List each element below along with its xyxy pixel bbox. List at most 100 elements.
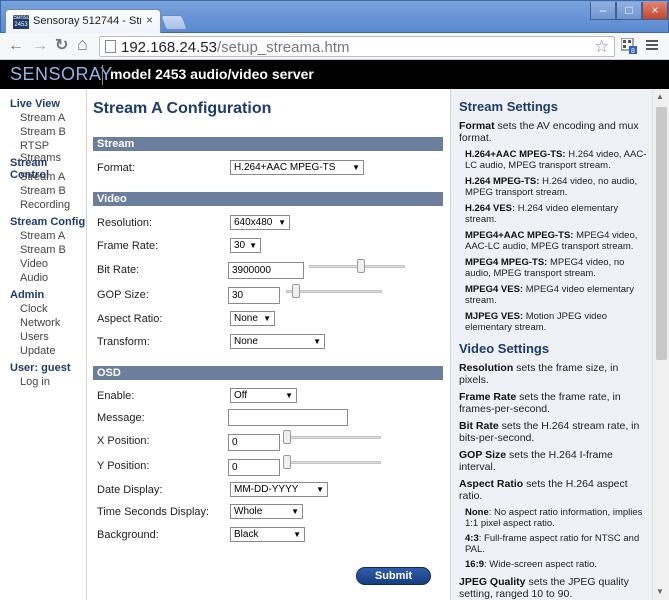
help-video-term: Resolution (459, 362, 514, 374)
help-format-item-term: H.264 MPEG-TS: (465, 176, 540, 187)
section-osd: OSD (93, 366, 443, 380)
back-icon[interactable]: ← (8, 37, 24, 55)
nav-control-stream-b[interactable]: Stream B (20, 185, 66, 197)
nav-control-stream-a[interactable]: Stream A (20, 171, 65, 183)
nav-update[interactable]: Update (20, 345, 55, 357)
gop-size-slider-track[interactable] (286, 290, 382, 293)
home-icon[interactable]: ⌂ (77, 35, 88, 53)
tab-title: Sensoray 512744 - Stream A (33, 15, 141, 27)
nav-recording[interactable]: Recording (20, 199, 70, 211)
y-position-slider-track[interactable] (283, 461, 381, 464)
help-aspect-item: 4:3: Full-frame aspect ratio for NTSC an… (465, 533, 649, 555)
background-select[interactable]: Black ▼ (230, 527, 305, 542)
close-window-button[interactable]: × (642, 2, 668, 20)
minimize-button[interactable]: – (590, 2, 616, 20)
nav-section-stream-config: Stream Config (10, 216, 86, 228)
y-position-label: Y Position: (97, 460, 150, 472)
frame-rate-value: 30 (234, 240, 246, 251)
extension-icon[interactable]: 8 (620, 37, 637, 55)
help-video-item: Resolution sets the frame size, in pixel… (459, 362, 649, 386)
help-video-item: Aspect Ratio sets the H.264 aspect ratio… (459, 478, 649, 502)
nav-log-in[interactable]: Log in (20, 376, 50, 388)
y-position-slider-handle[interactable] (283, 455, 291, 469)
osd-enable-value: Off (234, 390, 248, 401)
help-aspect-desc: : Full-frame aspect ratio for NTSC and P… (465, 533, 640, 555)
page-header: SENSORAY model 2453 audio/video server (0, 60, 669, 89)
aspect-ratio-label: Aspect Ratio: (97, 313, 163, 325)
help-jpeg-item: JPEG Quality sets the JPEG quality setti… (459, 576, 649, 600)
browser-tab[interactable]: Sensoray 2453 Sensoray 512744 - Stream A… (5, 9, 161, 34)
y-position-input[interactable]: 0 (228, 459, 280, 476)
help-aspect-item: None: No aspect ratio information, impli… (465, 507, 649, 529)
help-video-heading: Video Settings (459, 341, 550, 356)
help-format-item: MJPEG VES: Motion JPEG video elementary … (465, 311, 649, 333)
submit-button[interactable]: Submit (356, 567, 431, 585)
nav-config-stream-b[interactable]: Stream B (20, 244, 66, 256)
gop-size-input[interactable]: 30 (228, 287, 280, 304)
help-aspect-desc: : Wide-screen aspect ratio. (484, 559, 598, 570)
url-text: 192.168.24.53/setup_streama.htm (121, 39, 350, 56)
help-format-item: H.264 VES: H.264 video elementary stream… (465, 203, 649, 225)
resolution-select[interactable]: 640x480 ▼ (230, 215, 290, 230)
bit-rate-slider-handle[interactable] (356, 259, 365, 273)
gop-size-label: GOP Size: (97, 289, 149, 301)
header-divider (102, 65, 103, 85)
scroll-up-icon[interactable]: ▲ (656, 92, 664, 101)
reload-icon[interactable]: ↻ (55, 37, 68, 55)
time-seconds-select[interactable]: Whole ▼ (230, 504, 303, 519)
nav-live-stream-b[interactable]: Stream B (20, 126, 66, 138)
maximize-button[interactable]: □ (616, 2, 642, 20)
bit-rate-label: Bit Rate: (97, 264, 140, 276)
transform-select[interactable]: None ▼ (230, 334, 325, 349)
bookmark-star-icon[interactable]: ☆ (594, 37, 609, 57)
scrollbar-thumb[interactable] (656, 107, 667, 360)
section-stream: Stream (93, 137, 443, 151)
background-value: Black (234, 529, 259, 540)
date-display-select[interactable]: MM-DD-YYYY ▼ (230, 482, 328, 497)
browser-toolbar: ← → ↻ ⌂ 192.168.24.53/setup_streama.htm … (0, 33, 669, 60)
nav-config-stream-a[interactable]: Stream A (20, 230, 65, 242)
format-select[interactable]: H.264+AAC MPEG-TS ▼ (230, 160, 364, 175)
message-input[interactable] (228, 409, 348, 426)
help-stream-heading: Stream Settings (459, 99, 558, 114)
nav-config-video[interactable]: Video (20, 258, 48, 270)
nav-config-audio[interactable]: Audio (20, 272, 48, 284)
chevron-down-icon: ▼ (285, 391, 293, 400)
model-title: model 2453 audio/video server (110, 66, 314, 82)
x-position-slider-track[interactable] (283, 436, 381, 439)
nav-clock[interactable]: Clock (20, 303, 48, 315)
tab-close-icon[interactable]: × (146, 13, 153, 27)
forward-icon[interactable]: → (32, 37, 48, 55)
page-scrollbar[interactable]: ▲ ▼ (652, 89, 669, 600)
frame-rate-select[interactable]: 30 ▼ (230, 238, 261, 253)
osd-enable-select[interactable]: Off ▼ (230, 388, 297, 403)
extension-badge: 8 (631, 48, 635, 54)
help-format-item: MPEG4 MPEG-TS: MPEG4 video, no audio, MP… (465, 257, 649, 279)
x-position-input[interactable]: 0 (228, 434, 280, 451)
aspect-ratio-select[interactable]: None ▼ (230, 311, 275, 326)
bit-rate-input[interactable]: 3900000 (228, 262, 304, 279)
help-format-item-term: H.264+AAC MPEG-TS: (465, 149, 566, 160)
nav-users[interactable]: Users (20, 331, 49, 343)
nav-network[interactable]: Network (20, 317, 60, 329)
new-tab-button[interactable] (160, 15, 188, 30)
nav-live-stream-a[interactable]: Stream A (20, 112, 65, 124)
chevron-down-icon: ▼ (278, 218, 286, 227)
format-value: H.264+AAC MPEG-TS (234, 162, 336, 173)
x-position-slider-handle[interactable] (283, 430, 291, 444)
chevron-down-icon: ▼ (352, 163, 360, 172)
help-video-item: Bit Rate sets the H.264 stream rate, in … (459, 420, 649, 444)
left-nav: Live View Stream A Stream B RTSP Streams… (0, 89, 87, 600)
scroll-down-icon[interactable]: ▼ (656, 587, 664, 596)
gop-size-slider-handle[interactable] (292, 284, 301, 298)
resolution-label: Resolution: (97, 217, 153, 229)
help-aspect-term: 4:3 (465, 533, 479, 544)
nav-user-status: User: guest (10, 362, 71, 374)
date-display-value: MM-DD-YYYY (234, 484, 299, 495)
help-jpeg-term: JPEG Quality (459, 576, 526, 588)
address-bar[interactable]: 192.168.24.53/setup_streama.htm ☆ (99, 36, 615, 57)
chevron-down-icon: ▼ (316, 485, 324, 494)
menu-icon[interactable] (646, 40, 658, 52)
help-format-item: MPEG4 VES: MPEG4 video elementary stream… (465, 284, 649, 306)
time-seconds-label: Time Seconds Display: (97, 506, 210, 518)
